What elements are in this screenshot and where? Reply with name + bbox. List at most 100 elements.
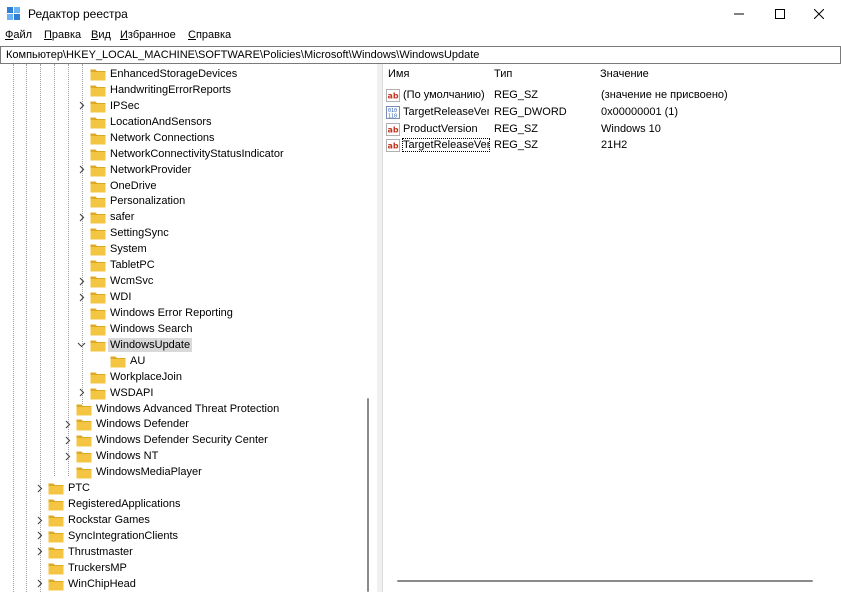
tree-node-label: NetworkProvider — [110, 163, 192, 176]
tree-node-registeredapplications[interactable]: RegisteredApplications — [0, 496, 377, 512]
chevron-right-icon[interactable] — [63, 416, 72, 432]
tree-node-onedrive[interactable]: OneDrive — [0, 178, 377, 194]
address-bar[interactable]: Компьютер\HKEY_LOCAL_MACHINE\SOFTWARE\Po… — [0, 46, 841, 64]
chevron-right-icon[interactable] — [77, 209, 86, 225]
tree-node-networkconnectivitystatusindicator[interactable]: NetworkConnectivityStatusIndicator — [0, 146, 377, 162]
tree-node-truckersmp[interactable]: TruckersMP — [0, 560, 377, 576]
tree-node-settingsync[interactable]: SettingSync — [0, 225, 377, 241]
tree-node-workplacejoin[interactable]: WorkplaceJoin — [0, 369, 377, 385]
value-name: (По умолчанию) — [403, 89, 485, 101]
tree-node-network-connections[interactable]: Network Connections — [0, 130, 377, 146]
tree-node-label: LocationAndSensors — [110, 115, 212, 128]
tree-node-thrustmaster[interactable]: Thrustmaster — [0, 544, 377, 560]
column-header-type[interactable]: Тип — [494, 68, 512, 80]
tree-node-system[interactable]: System — [0, 241, 377, 257]
svg-text:ab: ab — [388, 142, 399, 151]
value-name: ProductVersion — [403, 122, 478, 135]
folder-icon — [76, 434, 92, 447]
folder-icon — [90, 68, 106, 81]
tree-node-safer[interactable]: safer — [0, 209, 377, 225]
tree-node-ipsec[interactable]: IPSec — [0, 98, 377, 114]
menu-view-label: ид — [98, 29, 111, 41]
tree-node-label: Thrustmaster — [68, 545, 133, 558]
tree-node-windows-error-reporting[interactable]: Windows Error Reporting — [0, 305, 377, 321]
chevron-right-icon[interactable] — [35, 480, 44, 496]
tree-node-winchiphead[interactable]: WinChipHead — [0, 576, 377, 592]
tree-node-windowsupdate[interactable]: WindowsUpdate — [0, 337, 377, 353]
value-row[interactable]: ab ProductVersion REG_SZ Windows 10 — [383, 121, 833, 138]
svg-text:ab: ab — [388, 125, 399, 134]
tree-node-label: SyncIntegrationClients — [68, 529, 179, 542]
tree-node-syncintegrationclients[interactable]: SyncIntegrationClients — [0, 528, 377, 544]
tree-node-locationandsensors[interactable]: LocationAndSensors — [0, 114, 377, 130]
folder-icon — [90, 339, 106, 352]
tree-node-label: Rockstar Games — [68, 514, 150, 527]
menu-edit[interactable]: Правка — [44, 29, 81, 41]
chevron-down-icon[interactable] — [77, 337, 86, 353]
value-row[interactable]: ab (По умолчанию) REG_SZ (значение не присв… — [383, 87, 833, 104]
menu-file[interactable]: Файл — [5, 29, 32, 41]
chevron-right-icon[interactable] — [77, 289, 86, 305]
tree-node-label: WindowsMediaPlayer — [96, 466, 202, 479]
tree-node-wcmsvc[interactable]: WcmSvc — [0, 273, 377, 289]
key-tree[interactable]: EnhancedStorageDevices HandwritingErrorRe… — [0, 64, 377, 592]
minimize-button[interactable] — [716, 0, 762, 28]
folder-icon — [90, 148, 106, 161]
tree-node-windows-defender-security-center[interactable]: Windows Defender Security Center — [0, 432, 377, 448]
folder-icon — [90, 211, 106, 224]
folder-icon — [48, 498, 64, 511]
tree-node-windows-nt[interactable]: Windows NT — [0, 448, 377, 464]
tree-node-au[interactable]: AU — [0, 353, 377, 369]
values-horizontal-scrollbar[interactable] — [397, 580, 813, 582]
folder-icon — [90, 195, 106, 208]
menu-help[interactable]: Справка — [188, 29, 231, 41]
string-value-icon: ab — [386, 122, 400, 136]
chevron-right-icon[interactable] — [35, 528, 44, 544]
string-value-icon: ab — [386, 89, 400, 102]
value-row[interactable]: abTargetReleaseVer... REG_SZ 21H2 — [383, 137, 833, 154]
tree-node-label: WSDAPI — [110, 386, 154, 399]
chevron-right-icon[interactable] — [77, 98, 86, 114]
menu-favorites[interactable]: Избранное — [120, 29, 176, 41]
folder-icon — [76, 466, 92, 479]
chevron-right-icon[interactable] — [35, 576, 44, 592]
tree-node-label: TabletPC — [110, 259, 155, 272]
tree-node-rockstar-games[interactable]: Rockstar Games — [0, 512, 377, 528]
tree-node-personalization[interactable]: Personalization — [0, 193, 377, 209]
chevron-right-icon[interactable] — [63, 432, 72, 448]
tree-node-enhancedstoragedevices[interactable]: EnhancedStorageDevices — [0, 66, 377, 82]
folder-icon — [90, 180, 106, 193]
folder-icon — [48, 482, 64, 495]
tree-node-networkprovider[interactable]: NetworkProvider — [0, 162, 377, 178]
tree-node-windows-defender[interactable]: Windows Defender — [0, 416, 377, 432]
folder-icon — [48, 546, 64, 559]
tree-node-windows-advanced-threat-protection[interactable]: Windows Advanced Threat Protection — [0, 401, 377, 417]
menu-help-label: правка — [195, 29, 232, 41]
chevron-right-icon[interactable] — [35, 512, 44, 528]
menu-view[interactable]: Вид — [91, 29, 111, 41]
close-button[interactable] — [796, 0, 841, 28]
tree-node-windowsmediaplayer[interactable]: WindowsMediaPlayer — [0, 464, 377, 480]
tree-node-label: NetworkConnectivityStatusIndicator — [110, 147, 284, 160]
tree-node-label: safer — [110, 211, 135, 224]
value-row[interactable]: 010110TargetReleaseVer... REG_DWORD 0x0000… — [383, 104, 833, 121]
column-header-data[interactable]: Значение — [600, 68, 649, 80]
chevron-right-icon[interactable] — [35, 544, 44, 560]
chevron-right-icon[interactable] — [63, 448, 72, 464]
tree-node-tabletpc[interactable]: TabletPC — [0, 257, 377, 273]
tree-node-handwritingerrorreports[interactable]: HandwritingErrorReports — [0, 82, 377, 98]
chevron-right-icon[interactable] — [77, 162, 86, 178]
column-header-name[interactable]: Имя — [388, 68, 409, 80]
tree-node-ptc[interactable]: PTC — [0, 480, 377, 496]
folder-icon — [110, 355, 126, 368]
folder-icon — [90, 84, 106, 97]
title-bar: Редактор реестра — [0, 0, 841, 28]
tree-node-wsdapi[interactable]: WSDAPI — [0, 385, 377, 401]
string-value-icon: ab — [386, 139, 400, 153]
tree-node-wdi[interactable]: WDI — [0, 289, 377, 305]
chevron-right-icon[interactable] — [77, 273, 86, 289]
tree-vertical-scrollbar[interactable] — [367, 398, 369, 592]
chevron-right-icon[interactable] — [77, 385, 86, 401]
tree-node-windows-search[interactable]: Windows Search — [0, 321, 377, 337]
svg-text:110: 110 — [388, 113, 397, 119]
